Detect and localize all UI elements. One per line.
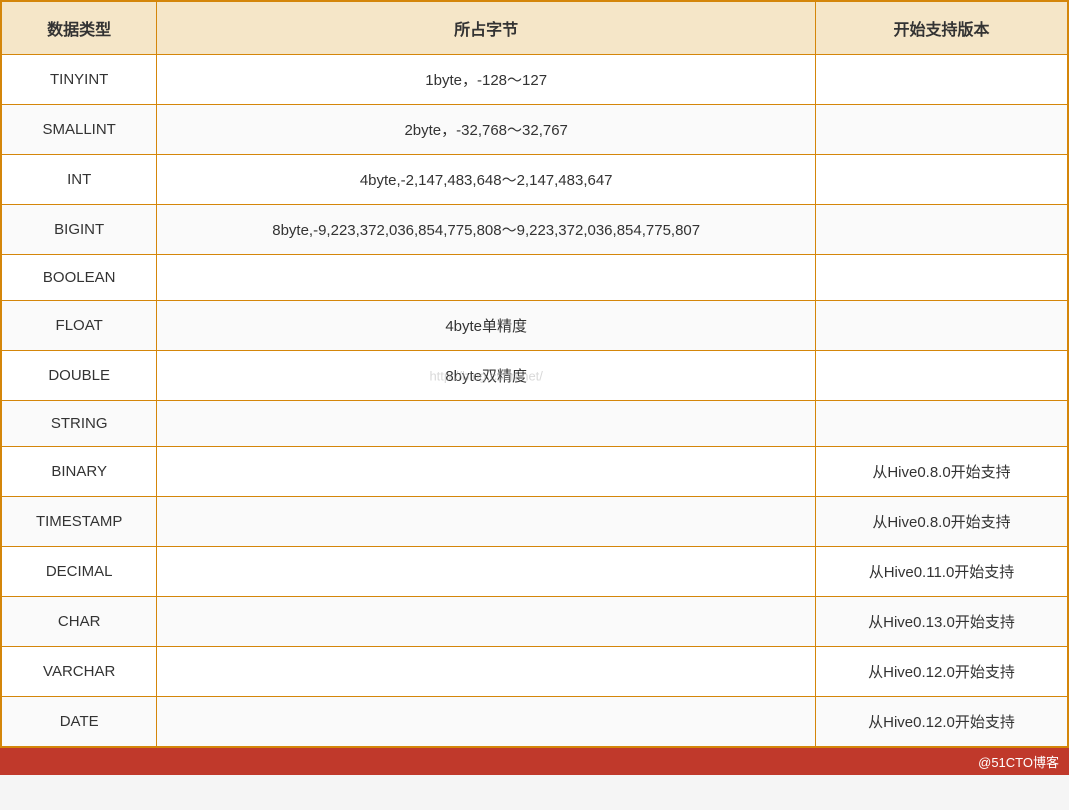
cell-bytes: 1byte，-128～127: [157, 55, 816, 105]
cell-type: SMALLINT: [1, 105, 157, 155]
table-row: DOUBLE8byte双精度http://blog.csdn.net/: [1, 351, 1068, 401]
cell-bytes: 4byte,-2,147,483,648～2,147,483,647: [157, 155, 816, 205]
table-row: BIGINT8byte,-9,223,372,036,854,775,808～9…: [1, 205, 1068, 255]
cell-bytes: [157, 401, 816, 447]
header-type: 数据类型: [1, 1, 157, 55]
cell-version: [816, 301, 1068, 351]
table-row: SMALLINT2byte，-32,768～32,767: [1, 105, 1068, 155]
data-type-table: 数据类型 所占字节 开始支持版本 TINYINT1byte，-128～127SM…: [0, 0, 1069, 748]
main-container: 数据类型 所占字节 开始支持版本 TINYINT1byte，-128～127SM…: [0, 0, 1069, 775]
cell-type: BOOLEAN: [1, 255, 157, 301]
cell-version: [816, 55, 1068, 105]
cell-bytes: [157, 647, 816, 697]
footer-text: @51CTO博客: [978, 755, 1059, 770]
table-row: CHAR 从Hive0.13.0开始支持: [1, 597, 1068, 647]
cell-type: CHAR: [1, 597, 157, 647]
cell-version: 从Hive0.8.0开始支持: [816, 497, 1068, 547]
cell-version: [816, 351, 1068, 401]
table-row: DATE 从Hive0.12.0开始支持: [1, 697, 1068, 748]
cell-bytes: [157, 547, 816, 597]
table-row: DECIMAL 从Hive0.11.0开始支持: [1, 547, 1068, 597]
header-bytes: 所占字节: [157, 1, 816, 55]
cell-type: TINYINT: [1, 55, 157, 105]
table-row: TINYINT1byte，-128～127: [1, 55, 1068, 105]
cell-bytes: [157, 597, 816, 647]
table-row: VARCHAR 从Hive0.12.0开始支持: [1, 647, 1068, 697]
cell-type: FLOAT: [1, 301, 157, 351]
cell-type: STRING: [1, 401, 157, 447]
cell-bytes: 4byte单精度: [157, 301, 816, 351]
table-row: FLOAT4byte单精度: [1, 301, 1068, 351]
cell-type: DECIMAL: [1, 547, 157, 597]
table-row: STRING: [1, 401, 1068, 447]
cell-version: 从Hive0.13.0开始支持: [816, 597, 1068, 647]
table-row: TIMESTAMP 从Hive0.8.0开始支持: [1, 497, 1068, 547]
cell-bytes: [157, 497, 816, 547]
watermark: http://blog.csdn.net/: [429, 368, 542, 383]
cell-version: [816, 155, 1068, 205]
cell-bytes: 8byte,-9,223,372,036,854,775,808～9,223,3…: [157, 205, 816, 255]
table-row: INT4byte,-2,147,483,648～2,147,483,647: [1, 155, 1068, 205]
cell-version: [816, 105, 1068, 155]
cell-type: VARCHAR: [1, 647, 157, 697]
table-row: BOOLEAN: [1, 255, 1068, 301]
cell-version: 从Hive0.12.0开始支持: [816, 697, 1068, 748]
footer-bar: @51CTO博客: [0, 748, 1069, 775]
cell-type: DOUBLE: [1, 351, 157, 401]
cell-version: 从Hive0.8.0开始支持: [816, 447, 1068, 497]
cell-bytes: [157, 447, 816, 497]
cell-type: BIGINT: [1, 205, 157, 255]
cell-bytes: [157, 255, 816, 301]
cell-version: 从Hive0.11.0开始支持: [816, 547, 1068, 597]
cell-type: INT: [1, 155, 157, 205]
table-header-row: 数据类型 所占字节 开始支持版本: [1, 1, 1068, 55]
cell-version: [816, 205, 1068, 255]
cell-bytes: 2byte，-32,768～32,767: [157, 105, 816, 155]
header-version: 开始支持版本: [816, 1, 1068, 55]
cell-version: 从Hive0.12.0开始支持: [816, 647, 1068, 697]
cell-type: DATE: [1, 697, 157, 748]
cell-type: BINARY: [1, 447, 157, 497]
cell-version: [816, 401, 1068, 447]
cell-version: [816, 255, 1068, 301]
cell-bytes: 8byte双精度http://blog.csdn.net/: [157, 351, 816, 401]
cell-type: TIMESTAMP: [1, 497, 157, 547]
table-row: BINARY 从Hive0.8.0开始支持: [1, 447, 1068, 497]
cell-bytes: [157, 697, 816, 748]
